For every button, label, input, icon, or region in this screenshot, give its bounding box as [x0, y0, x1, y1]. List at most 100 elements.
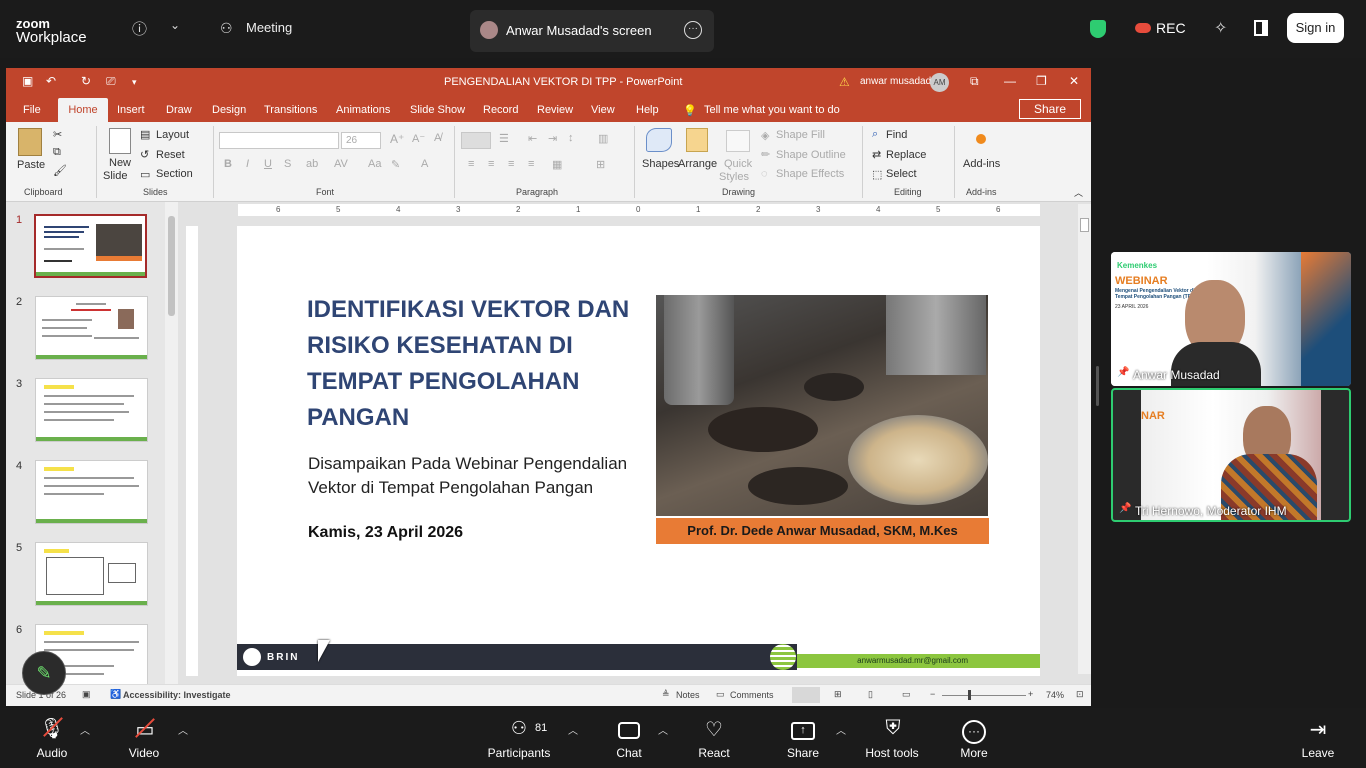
tab-slide-show[interactable]: Slide Show	[410, 104, 465, 116]
tell-me-search[interactable]: Tell me what you want to do	[704, 104, 840, 116]
find-button[interactable]: Find	[886, 129, 907, 141]
shadow-icon[interactable]: S	[284, 158, 291, 170]
slide-thumbnail-4[interactable]	[35, 460, 148, 524]
smartart-icon[interactable]: ⊞	[596, 158, 605, 171]
line-spacing-icon[interactable]: ↕	[568, 132, 574, 144]
host-tools-button[interactable]: Host tools	[860, 746, 924, 760]
undo-icon[interactable]: ↶	[46, 74, 56, 88]
annotate-pencil-button[interactable]: ✎	[22, 651, 66, 695]
italic-icon[interactable]: I	[246, 158, 249, 170]
shape-fill-button[interactable]: Shape Fill	[776, 129, 825, 141]
info-icon[interactable]: ⓘ	[132, 18, 147, 39]
new-slide-label-1[interactable]: New	[109, 157, 131, 169]
video-tile-anwar[interactable]: Kemenkes WEBINAR Mengenai Pengendalian V…	[1111, 252, 1351, 386]
arrange-icon[interactable]	[686, 128, 708, 152]
tab-transitions[interactable]: Transitions	[264, 104, 317, 116]
chat-options-chevron-icon[interactable]: ︿	[658, 722, 668, 737]
comments-button[interactable]: Comments	[730, 690, 774, 700]
video-tile-tri[interactable]: NAR 📌 Tri Hernowo, Moderator IHM	[1111, 388, 1351, 522]
notes-button[interactable]: Notes	[676, 690, 700, 700]
leave-icon[interactable]: ⇥	[1304, 717, 1332, 742]
sign-in-button[interactable]: Sign in	[1287, 13, 1344, 43]
decrease-font-icon[interactable]: A⁻	[412, 132, 425, 145]
align-right-icon[interactable]: ≡	[508, 158, 514, 170]
new-slide-icon[interactable]	[109, 128, 131, 154]
collapse-ribbon-icon[interactable]: ︿	[1074, 186, 1083, 199]
select-button[interactable]: Select	[886, 168, 917, 180]
increase-font-icon[interactable]: A⁺	[390, 132, 404, 146]
close-icon[interactable]: ✕	[1069, 74, 1079, 88]
paste-icon[interactable]	[18, 128, 42, 156]
share-options-chevron-icon[interactable]: ︿	[836, 722, 846, 737]
video-off-icon[interactable]: ▭	[130, 717, 160, 742]
share-button[interactable]: Share	[1019, 99, 1081, 119]
tab-review[interactable]: Review	[537, 104, 573, 116]
tab-draw[interactable]: Draw	[166, 104, 192, 116]
chat-button[interactable]: Chat	[609, 746, 649, 760]
zoom-slider-thumb[interactable]	[968, 690, 971, 700]
font-name-box[interactable]	[219, 132, 339, 149]
participants-icon[interactable]: ⚇	[505, 718, 533, 739]
arrange-button[interactable]: Arrange	[678, 158, 717, 170]
slideshow-view-icon[interactable]: ▭	[902, 689, 911, 700]
change-case-icon[interactable]: Aa	[368, 158, 381, 170]
clear-format-icon[interactable]: A̸	[434, 132, 441, 144]
thumbnails-scrollbar[interactable]	[165, 202, 178, 684]
align-center-icon[interactable]: ≡	[488, 158, 494, 170]
quick-styles-label-2[interactable]: Styles	[719, 171, 749, 183]
align-text-icon[interactable]: ▦	[552, 158, 562, 171]
font-size-box[interactable]: 26	[341, 132, 381, 149]
shield-icon[interactable]: ⛨	[879, 717, 907, 740]
slide-thumbnail-5[interactable]	[35, 542, 148, 606]
video-options-chevron-icon[interactable]: ︿	[178, 722, 188, 737]
quick-styles-icon[interactable]	[726, 130, 750, 152]
tab-help[interactable]: Help	[636, 104, 659, 116]
share-screen-icon[interactable]: ↑	[791, 722, 815, 740]
tab-record[interactable]: Record	[483, 104, 518, 116]
audio-button[interactable]: Audio	[32, 746, 72, 760]
spellcheck-icon[interactable]: ▣	[82, 689, 91, 700]
highlight-icon[interactable]: ✎	[391, 158, 400, 171]
customize-icon[interactable]: ▾	[132, 77, 137, 88]
share-button[interactable]: Share	[783, 746, 823, 760]
ribbon-display-icon[interactable]: ⧉	[970, 74, 979, 89]
more-button[interactable]: More	[954, 746, 994, 760]
shape-effects-button[interactable]: Shape Effects	[776, 168, 844, 180]
zoom-out-icon[interactable]: −	[930, 689, 935, 699]
tab-file[interactable]: File	[23, 104, 41, 116]
reading-view-icon[interactable]: ▯	[868, 689, 873, 700]
char-spacing-icon[interactable]: AV	[334, 158, 348, 170]
security-shield-icon[interactable]	[1090, 20, 1106, 38]
slide-sorter-icon[interactable]: ⊞	[834, 689, 842, 700]
font-color-icon[interactable]: A	[421, 158, 428, 170]
increase-indent-icon[interactable]: ⇥	[548, 132, 557, 145]
slide[interactable]: IDENTIFIKASI VEKTOR DAN RISIKO KESEHATAN…	[237, 226, 1040, 676]
warning-icon[interactable]: ⚠	[839, 75, 850, 89]
layout-button[interactable]: Layout	[156, 129, 189, 141]
zoom-in-icon[interactable]: +	[1028, 689, 1033, 699]
slide-thumbnail-3[interactable]	[35, 378, 148, 442]
restore-icon[interactable]: ❐	[1036, 74, 1047, 88]
microphone-muted-icon[interactable]: 🎙	[38, 716, 66, 741]
shapes-button[interactable]: Shapes	[642, 158, 679, 170]
tab-insert[interactable]: Insert	[117, 104, 145, 116]
user-name[interactable]: anwar musadad	[860, 76, 931, 87]
slide-thumbnail-2[interactable]	[35, 296, 148, 360]
decrease-indent-icon[interactable]: ⇤	[528, 132, 537, 145]
panel-resize-handle[interactable]	[1096, 366, 1099, 406]
chat-icon[interactable]	[618, 722, 640, 739]
justify-icon[interactable]: ≡	[528, 158, 534, 170]
slide-thumbnail-1[interactable]	[34, 214, 147, 278]
scroll-thumb[interactable]	[1080, 218, 1089, 232]
participants-options-chevron-icon[interactable]: ︿	[568, 722, 578, 737]
copy-icon[interactable]: ⧉	[53, 146, 61, 159]
user-avatar[interactable]: AM	[930, 73, 949, 92]
save-icon[interactable]: ▣	[22, 74, 33, 88]
tab-design[interactable]: Design	[212, 104, 246, 116]
react-button[interactable]: React	[694, 746, 734, 760]
meeting-label[interactable]: Meeting	[246, 20, 292, 35]
scroll-thumb[interactable]	[168, 216, 175, 316]
new-slide-label-2[interactable]: Slide	[103, 170, 127, 182]
cut-icon[interactable]: ✂	[53, 128, 62, 141]
quick-styles-label-1[interactable]: Quick	[724, 158, 752, 170]
